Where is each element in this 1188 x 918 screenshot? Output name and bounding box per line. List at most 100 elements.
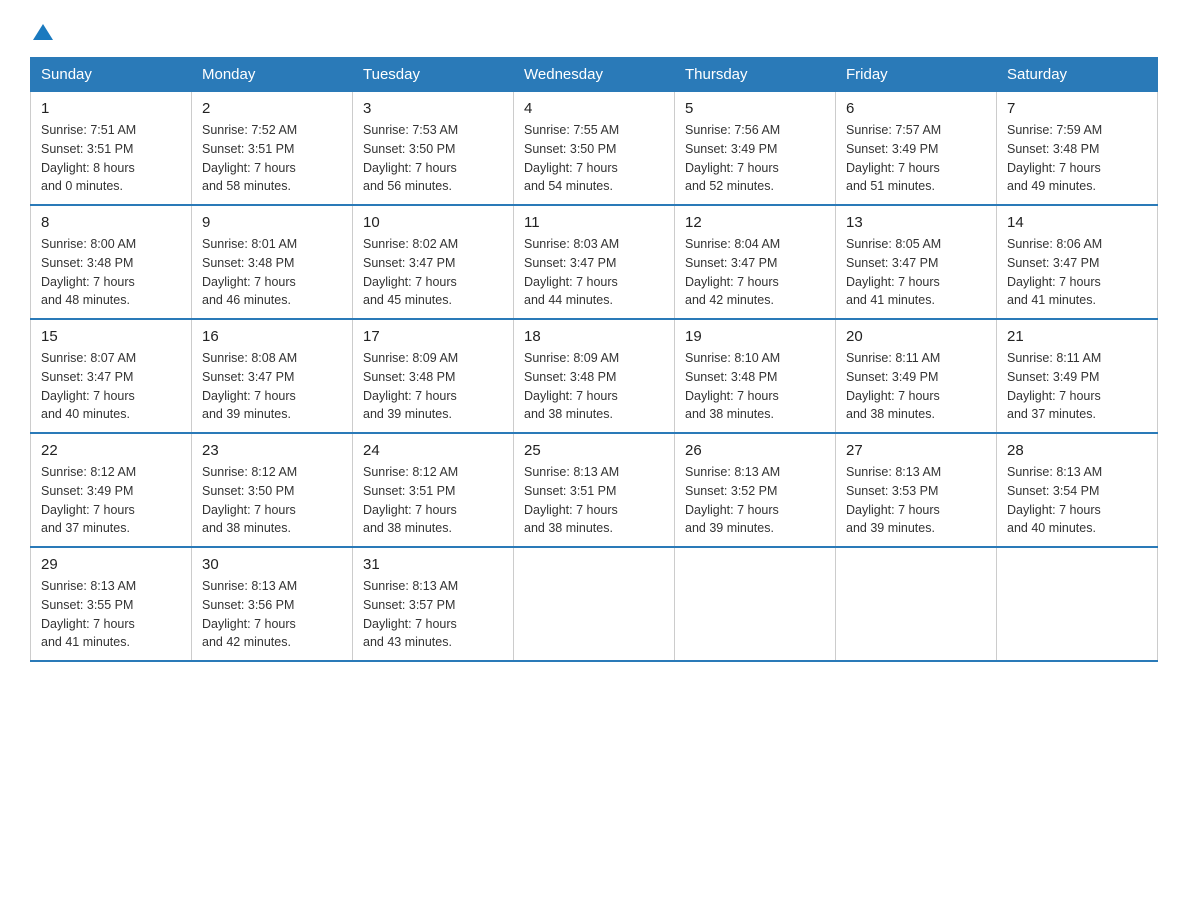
day-info: Sunrise: 8:13 AMSunset: 3:57 PMDaylight:…	[363, 577, 503, 652]
day-info: Sunrise: 7:59 AMSunset: 3:48 PMDaylight:…	[1007, 121, 1147, 196]
day-info: Sunrise: 8:00 AMSunset: 3:48 PMDaylight:…	[41, 235, 181, 310]
column-header-monday: Monday	[192, 58, 353, 92]
logo	[30, 20, 53, 41]
day-info: Sunrise: 7:57 AMSunset: 3:49 PMDaylight:…	[846, 121, 986, 196]
day-number: 14	[1007, 214, 1147, 231]
day-info: Sunrise: 8:09 AMSunset: 3:48 PMDaylight:…	[524, 349, 664, 424]
calendar-day-cell: 8 Sunrise: 8:00 AMSunset: 3:48 PMDaylight…	[31, 205, 192, 319]
day-info: Sunrise: 8:11 AMSunset: 3:49 PMDaylight:…	[1007, 349, 1147, 424]
day-info: Sunrise: 8:10 AMSunset: 3:48 PMDaylight:…	[685, 349, 825, 424]
calendar-week-row: 1 Sunrise: 7:51 AMSunset: 3:51 PMDaylight…	[31, 92, 1158, 206]
calendar-day-cell: 23 Sunrise: 8:12 AMSunset: 3:50 PMDayligh…	[192, 433, 353, 547]
day-number: 3	[363, 100, 503, 117]
calendar-week-row: 15 Sunrise: 8:07 AMSunset: 3:47 PMDayligh…	[31, 319, 1158, 433]
day-info: Sunrise: 8:01 AMSunset: 3:48 PMDaylight:…	[202, 235, 342, 310]
day-number: 19	[685, 328, 825, 345]
day-number: 26	[685, 442, 825, 459]
day-number: 28	[1007, 442, 1147, 459]
day-number: 5	[685, 100, 825, 117]
day-number: 9	[202, 214, 342, 231]
column-header-saturday: Saturday	[997, 58, 1158, 92]
day-info: Sunrise: 8:09 AMSunset: 3:48 PMDaylight:…	[363, 349, 503, 424]
day-number: 22	[41, 442, 181, 459]
calendar-day-cell: 18 Sunrise: 8:09 AMSunset: 3:48 PMDayligh…	[514, 319, 675, 433]
calendar-week-row: 22Sunrise: 8:12 AMSunset: 3:49 PMDayligh…	[31, 433, 1158, 547]
calendar-day-cell: 19 Sunrise: 8:10 AMSunset: 3:48 PMDayligh…	[675, 319, 836, 433]
day-number: 20	[846, 328, 986, 345]
calendar-day-cell: 29 Sunrise: 8:13 AMSunset: 3:55 PMDayligh…	[31, 547, 192, 661]
day-info: Sunrise: 7:51 AMSunset: 3:51 PMDaylight:…	[41, 121, 181, 196]
day-number: 16	[202, 328, 342, 345]
day-info: Sunrise: 8:02 AMSunset: 3:47 PMDaylight:…	[363, 235, 503, 310]
column-header-wednesday: Wednesday	[514, 58, 675, 92]
day-number: 7	[1007, 100, 1147, 117]
calendar-week-row: 29 Sunrise: 8:13 AMSunset: 3:55 PMDayligh…	[31, 547, 1158, 661]
calendar-day-cell: 13Sunrise: 8:05 AMSunset: 3:47 PMDayligh…	[836, 205, 997, 319]
day-number: 8	[41, 214, 181, 231]
calendar-day-cell: 16 Sunrise: 8:08 AMSunset: 3:47 PMDayligh…	[192, 319, 353, 433]
day-number: 4	[524, 100, 664, 117]
day-info: Sunrise: 7:53 AMSunset: 3:50 PMDaylight:…	[363, 121, 503, 196]
day-info: Sunrise: 7:52 AMSunset: 3:51 PMDaylight:…	[202, 121, 342, 196]
day-number: 17	[363, 328, 503, 345]
calendar-day-cell: 25 Sunrise: 8:13 AMSunset: 3:51 PMDayligh…	[514, 433, 675, 547]
calendar-day-cell	[836, 547, 997, 661]
day-info: Sunrise: 8:12 AMSunset: 3:50 PMDaylight:…	[202, 463, 342, 538]
day-info: Sunrise: 8:13 AMSunset: 3:56 PMDaylight:…	[202, 577, 342, 652]
calendar-day-cell: 3 Sunrise: 7:53 AMSunset: 3:50 PMDaylight…	[353, 92, 514, 206]
day-info: Sunrise: 8:13 AMSunset: 3:51 PMDaylight:…	[524, 463, 664, 538]
day-number: 24	[363, 442, 503, 459]
day-number: 21	[1007, 328, 1147, 345]
logo-triangle-icon	[33, 22, 53, 42]
calendar-day-cell: 15 Sunrise: 8:07 AMSunset: 3:47 PMDayligh…	[31, 319, 192, 433]
page-header	[30, 20, 1158, 41]
day-number: 10	[363, 214, 503, 231]
calendar-day-cell: 9 Sunrise: 8:01 AMSunset: 3:48 PMDaylight…	[192, 205, 353, 319]
calendar-day-cell: 2 Sunrise: 7:52 AMSunset: 3:51 PMDaylight…	[192, 92, 353, 206]
calendar-day-cell: 17 Sunrise: 8:09 AMSunset: 3:48 PMDayligh…	[353, 319, 514, 433]
calendar-day-cell: 27Sunrise: 8:13 AMSunset: 3:53 PMDayligh…	[836, 433, 997, 547]
calendar-day-cell	[675, 547, 836, 661]
day-info: Sunrise: 8:13 AMSunset: 3:54 PMDaylight:…	[1007, 463, 1147, 538]
day-info: Sunrise: 8:03 AMSunset: 3:47 PMDaylight:…	[524, 235, 664, 310]
column-header-friday: Friday	[836, 58, 997, 92]
calendar-day-cell: 22Sunrise: 8:12 AMSunset: 3:49 PMDayligh…	[31, 433, 192, 547]
calendar-day-cell: 26Sunrise: 8:13 AMSunset: 3:52 PMDayligh…	[675, 433, 836, 547]
calendar-day-cell: 21 Sunrise: 8:11 AMSunset: 3:49 PMDayligh…	[997, 319, 1158, 433]
calendar-day-cell: 7 Sunrise: 7:59 AMSunset: 3:48 PMDaylight…	[997, 92, 1158, 206]
day-number: 30	[202, 556, 342, 573]
day-number: 11	[524, 214, 664, 231]
calendar-day-cell: 11 Sunrise: 8:03 AMSunset: 3:47 PMDayligh…	[514, 205, 675, 319]
day-number: 23	[202, 442, 342, 459]
day-number: 18	[524, 328, 664, 345]
day-info: Sunrise: 8:11 AMSunset: 3:49 PMDaylight:…	[846, 349, 986, 424]
day-info: Sunrise: 7:56 AMSunset: 3:49 PMDaylight:…	[685, 121, 825, 196]
day-number: 12	[685, 214, 825, 231]
day-info: Sunrise: 8:04 AMSunset: 3:47 PMDaylight:…	[685, 235, 825, 310]
day-number: 31	[363, 556, 503, 573]
day-info: Sunrise: 8:06 AMSunset: 3:47 PMDaylight:…	[1007, 235, 1147, 310]
day-number: 2	[202, 100, 342, 117]
calendar-day-cell: 31 Sunrise: 8:13 AMSunset: 3:57 PMDayligh…	[353, 547, 514, 661]
calendar-day-cell: 5 Sunrise: 7:56 AMSunset: 3:49 PMDaylight…	[675, 92, 836, 206]
calendar-day-cell: 4 Sunrise: 7:55 AMSunset: 3:50 PMDaylight…	[514, 92, 675, 206]
day-number: 1	[41, 100, 181, 117]
day-info: Sunrise: 8:13 AMSunset: 3:53 PMDaylight:…	[846, 463, 986, 538]
column-header-tuesday: Tuesday	[353, 58, 514, 92]
calendar-day-cell: 12 Sunrise: 8:04 AMSunset: 3:47 PMDayligh…	[675, 205, 836, 319]
day-number: 13	[846, 214, 986, 231]
day-number: 29	[41, 556, 181, 573]
day-info: Sunrise: 7:55 AMSunset: 3:50 PMDaylight:…	[524, 121, 664, 196]
day-number: 25	[524, 442, 664, 459]
day-info: Sunrise: 8:07 AMSunset: 3:47 PMDaylight:…	[41, 349, 181, 424]
calendar-day-cell: 20 Sunrise: 8:11 AMSunset: 3:49 PMDayligh…	[836, 319, 997, 433]
calendar-table: SundayMondayTuesdayWednesdayThursdayFrid…	[30, 57, 1158, 662]
day-info: Sunrise: 8:13 AMSunset: 3:55 PMDaylight:…	[41, 577, 181, 652]
day-number: 15	[41, 328, 181, 345]
calendar-day-cell: 30 Sunrise: 8:13 AMSunset: 3:56 PMDayligh…	[192, 547, 353, 661]
calendar-day-cell: 28 Sunrise: 8:13 AMSunset: 3:54 PMDayligh…	[997, 433, 1158, 547]
calendar-day-cell	[997, 547, 1158, 661]
calendar-day-cell: 24Sunrise: 8:12 AMSunset: 3:51 PMDayligh…	[353, 433, 514, 547]
calendar-day-cell	[514, 547, 675, 661]
day-info: Sunrise: 8:08 AMSunset: 3:47 PMDaylight:…	[202, 349, 342, 424]
